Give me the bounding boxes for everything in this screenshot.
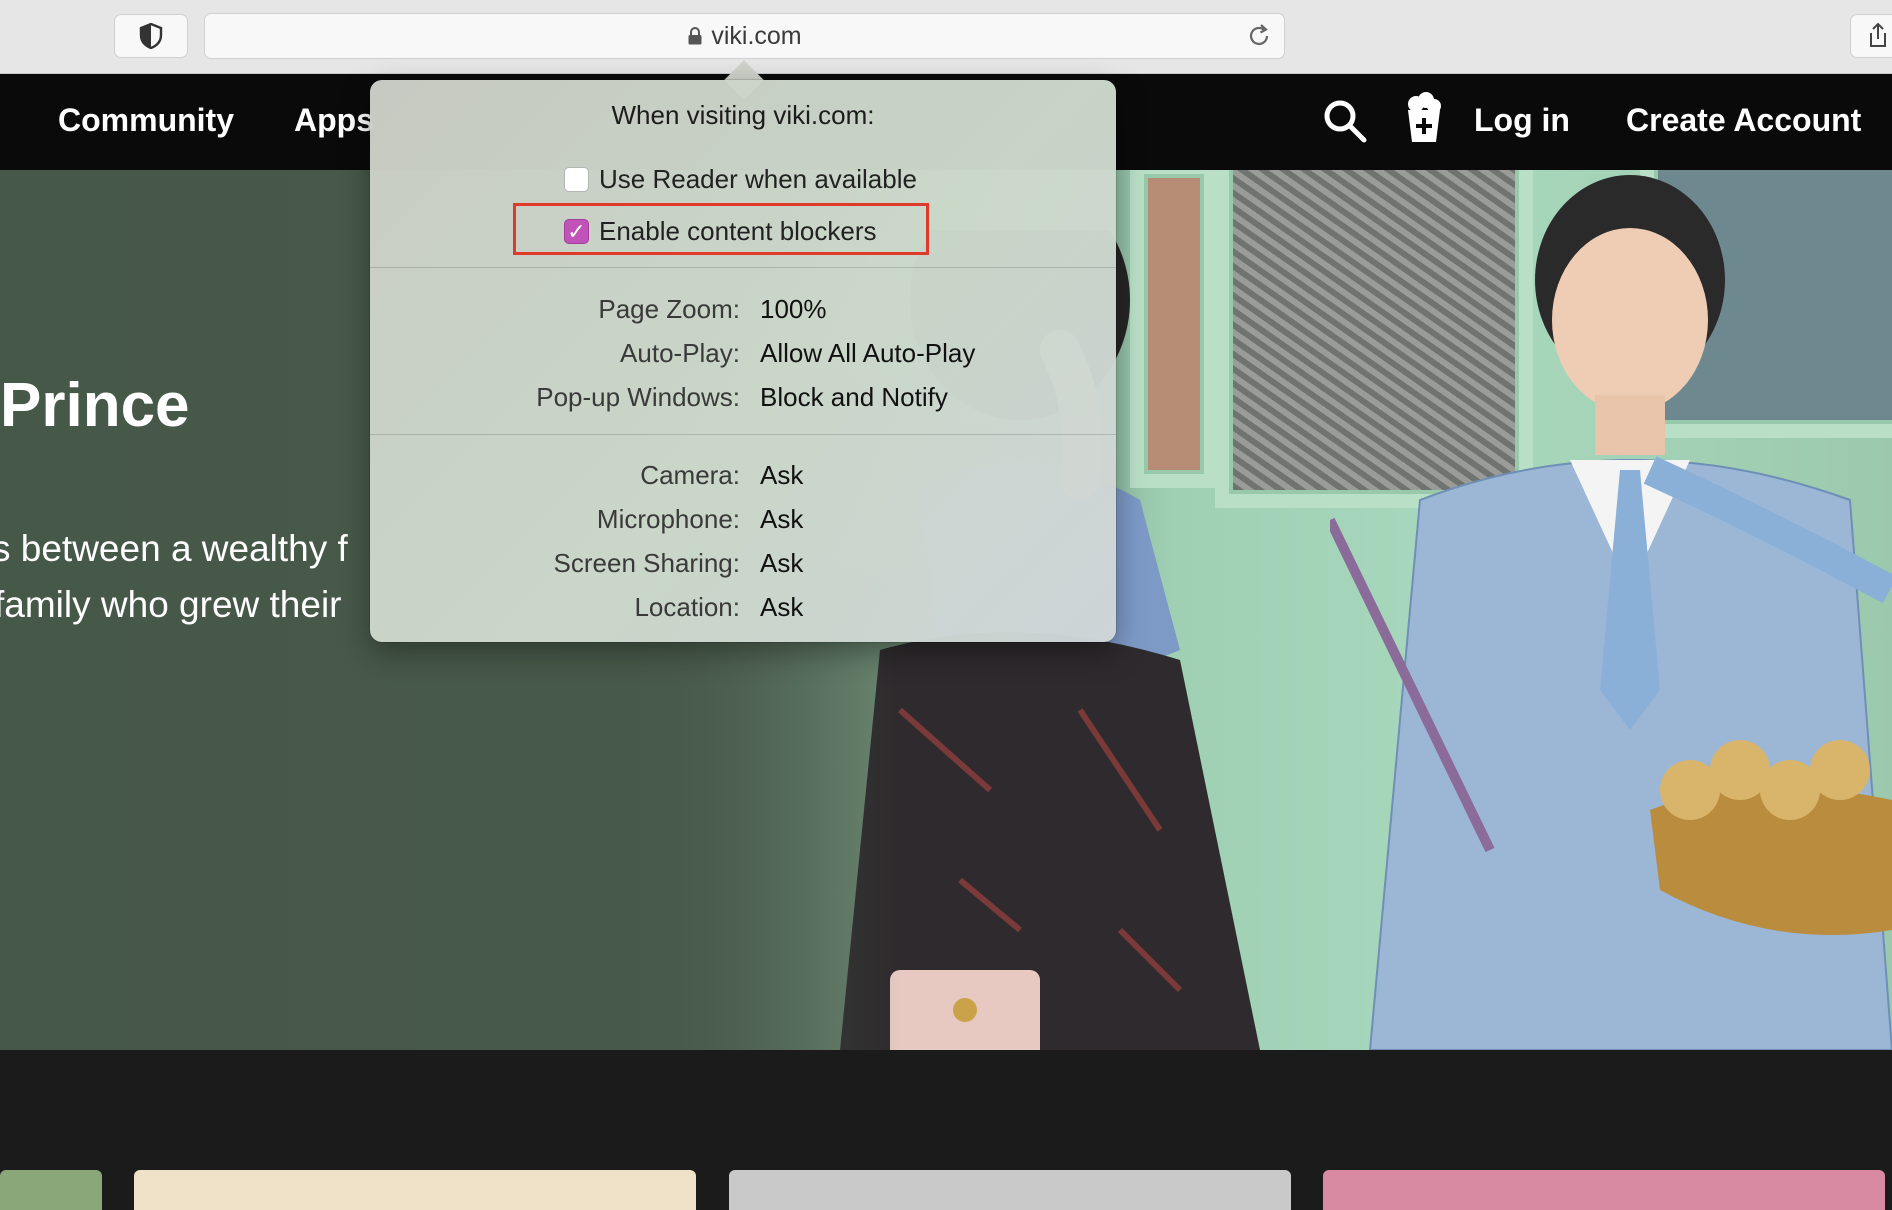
camera-select[interactable]: Ask bbox=[760, 460, 803, 491]
microphone-label: Microphone: bbox=[596, 504, 740, 534]
camera-label: Camera: bbox=[640, 460, 740, 490]
login-link[interactable]: Log in bbox=[1474, 102, 1570, 139]
nav-apps[interactable]: Apps bbox=[294, 102, 374, 139]
auto-play-label: Auto-Play: bbox=[620, 338, 740, 368]
popup-windows-select[interactable]: Block and Notify bbox=[760, 382, 948, 413]
thumbnail-card[interactable] bbox=[0, 1170, 102, 1210]
address-bar[interactable]: viki.com bbox=[204, 13, 1285, 59]
divider bbox=[370, 267, 1116, 268]
popcorn-icon[interactable] bbox=[1404, 92, 1444, 146]
website-settings-popover: When visiting viki.com: Use Reader when … bbox=[370, 80, 1116, 642]
thumbnail-card[interactable] bbox=[134, 1170, 696, 1210]
hero-title: Prince bbox=[0, 371, 190, 440]
microphone-select[interactable]: Ask bbox=[760, 504, 803, 535]
browser-toolbar: viki.com bbox=[0, 0, 1892, 74]
share-button[interactable] bbox=[1850, 14, 1892, 58]
share-icon bbox=[1870, 22, 1886, 47]
create-account-link[interactable]: Create Account bbox=[1626, 102, 1861, 139]
reload-icon[interactable] bbox=[1246, 23, 1272, 49]
lock-icon bbox=[688, 27, 702, 45]
use-reader-label: Use Reader when available bbox=[599, 164, 917, 194]
hero-description-line1: s between a wealthy f bbox=[0, 528, 348, 569]
page-zoom-select[interactable]: 100% bbox=[760, 294, 827, 325]
location-select[interactable]: Ask bbox=[760, 592, 803, 623]
use-reader-option[interactable]: Use Reader when available bbox=[564, 164, 917, 195]
screen-sharing-label: Screen Sharing: bbox=[553, 548, 740, 578]
popup-windows-label: Pop-up Windows: bbox=[536, 382, 740, 412]
hero-description-line2: family who grew their bbox=[0, 584, 342, 625]
thumbnail-card[interactable] bbox=[729, 1170, 1291, 1210]
thumbnail-card[interactable] bbox=[1323, 1170, 1885, 1210]
auto-play-select[interactable]: Allow All Auto-Play bbox=[760, 338, 975, 369]
nav-community[interactable]: Community bbox=[58, 102, 234, 139]
use-reader-checkbox[interactable] bbox=[564, 167, 589, 192]
screen-sharing-select[interactable]: Ask bbox=[760, 548, 803, 579]
popover-title: When visiting viki.com: bbox=[611, 100, 875, 130]
page-zoom-label: Page Zoom: bbox=[598, 294, 740, 324]
privacy-report-button[interactable] bbox=[114, 14, 188, 58]
actor-figure bbox=[1330, 175, 1892, 1050]
divider bbox=[370, 434, 1116, 435]
search-icon[interactable] bbox=[1322, 98, 1368, 144]
url-text: viki.com bbox=[711, 21, 802, 50]
highlight-box bbox=[513, 203, 929, 255]
location-label: Location: bbox=[634, 592, 740, 622]
shield-icon bbox=[139, 23, 163, 49]
